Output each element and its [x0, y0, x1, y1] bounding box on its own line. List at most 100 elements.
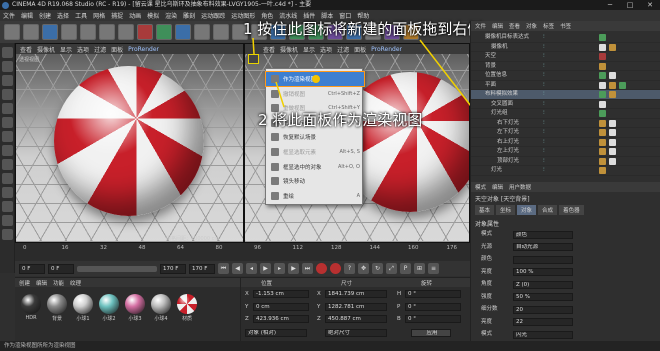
- object-tag-icon[interactable]: [609, 138, 616, 146]
- object-tag-icon[interactable]: [599, 62, 606, 70]
- timeline[interactable]: 0 16 32 48 64 80 96 112 128 144 160 176: [15, 243, 470, 261]
- rotation-field[interactable]: 0 °: [405, 315, 461, 323]
- next-key-icon[interactable]: ▶: [288, 263, 299, 274]
- coord-mode-select[interactable]: 对象 (相对): [245, 329, 307, 337]
- object-manager-tab[interactable]: 书签: [560, 22, 571, 30]
- visibility-dots-icon[interactable]: ⁝: [543, 166, 545, 175]
- attribute-value-field[interactable]: 自动光源: [513, 243, 573, 251]
- rotation-field[interactable]: 0 °: [405, 290, 461, 298]
- attribute-value-field[interactable]: 22: [513, 318, 573, 326]
- attribute-value-field[interactable]: Z (0): [513, 280, 573, 289]
- material-tab[interactable]: 纹理: [70, 279, 81, 287]
- object-row[interactable]: 背景 ⁝: [471, 62, 660, 71]
- position-field[interactable]: 423.936 cm: [253, 315, 309, 323]
- object-row[interactable]: 位置信息 ⁝: [471, 71, 660, 81]
- attribute-tab[interactable]: 编辑: [492, 183, 503, 191]
- material-ball[interactable]: [73, 294, 93, 314]
- object-row[interactable]: 灯光组 ⁝: [471, 109, 660, 119]
- autokey-icon[interactable]: [330, 263, 341, 274]
- material-ball[interactable]: [125, 294, 145, 314]
- object-tag-icon[interactable]: [599, 72, 606, 79]
- visibility-dots-icon[interactable]: ⁝: [543, 81, 545, 90]
- object-tag-icon[interactable]: [599, 53, 606, 60]
- visibility-dots-icon[interactable]: ⁝: [543, 33, 545, 42]
- object-tag-icon[interactable]: [599, 148, 606, 155]
- object-row[interactable]: 顶部灯光 ⁝: [471, 157, 660, 166]
- size-field[interactable]: 1841.739 cm: [325, 290, 387, 298]
- attribute-tab[interactable]: 模式: [475, 183, 486, 191]
- attribute-subtab[interactable]: 合成: [538, 205, 558, 215]
- end-frame-field-2[interactable]: 170 F: [189, 263, 215, 274]
- visibility-dots-icon[interactable]: ⁝: [543, 90, 545, 99]
- material-ball[interactable]: [177, 294, 197, 314]
- attribute-subtab[interactable]: 着色器: [559, 205, 584, 215]
- attribute-tab[interactable]: 用户数据: [509, 183, 531, 191]
- object-row[interactable]: 天空 ⁝: [471, 52, 660, 62]
- timeline-menu-icon[interactable]: ≡: [428, 263, 439, 274]
- visibility-dots-icon[interactable]: ⁝: [543, 43, 545, 52]
- object-tag-icon[interactable]: [599, 81, 606, 89]
- object-tag-icon[interactable]: [599, 91, 606, 98]
- object-manager-tab[interactable]: 文件: [475, 22, 486, 30]
- param-key-icon[interactable]: P: [400, 263, 411, 274]
- object-tag-icon[interactable]: [599, 167, 606, 174]
- object-tag-icon[interactable]: [599, 34, 606, 41]
- object-row[interactable]: 摄像机目标表达式 ⁝: [471, 33, 660, 43]
- object-tag-icon[interactable]: [609, 81, 616, 89]
- grid-key-icon[interactable]: ⊞: [414, 263, 425, 274]
- object-manager-tab[interactable]: 标签: [543, 22, 554, 30]
- visibility-dots-icon[interactable]: ⁝: [543, 128, 545, 137]
- object-row[interactable]: 右下灯光 ⁝: [471, 119, 660, 128]
- object-tag-icon[interactable]: [609, 119, 616, 127]
- attribute-value-field[interactable]: 颜色: [513, 230, 573, 239]
- object-row[interactable]: 摄像机 ⁝: [471, 43, 660, 52]
- material-tab[interactable]: 编辑: [36, 279, 47, 287]
- goto-end-icon[interactable]: ⏭: [302, 263, 313, 274]
- attribute-value-field[interactable]: [513, 255, 573, 264]
- object-tag-icon[interactable]: [609, 129, 616, 136]
- apply-button[interactable]: 应用: [411, 329, 451, 337]
- start-frame-field[interactable]: 0 F: [19, 263, 45, 274]
- visibility-dots-icon[interactable]: ⁝: [543, 52, 545, 61]
- size-mode-select[interactable]: 绝对尺寸: [325, 329, 387, 337]
- size-field[interactable]: 1282.781 cm: [325, 302, 387, 311]
- visibility-dots-icon[interactable]: ⁝: [543, 71, 545, 80]
- size-field[interactable]: 450.887 cm: [325, 315, 387, 323]
- visibility-dots-icon[interactable]: ⁝: [543, 138, 545, 147]
- end-frame-field[interactable]: 170 F: [160, 263, 186, 274]
- position-field[interactable]: 0 cm: [253, 302, 309, 311]
- object-tag-icon[interactable]: [599, 129, 606, 136]
- object-tag-icon[interactable]: [599, 110, 606, 117]
- object-tag-icon[interactable]: [599, 119, 606, 127]
- visibility-dots-icon[interactable]: ⁝: [543, 157, 545, 166]
- object-tag-icon[interactable]: [609, 148, 616, 155]
- material-ball[interactable]: [99, 294, 119, 314]
- object-row[interactable]: 左下灯光 ⁝: [471, 128, 660, 138]
- object-tag-icon[interactable]: [599, 43, 606, 51]
- visibility-dots-icon[interactable]: ⁝: [543, 119, 545, 128]
- scale-key-icon[interactable]: ⤢: [386, 263, 397, 274]
- material-ball[interactable]: [47, 294, 67, 314]
- rotation-field[interactable]: 0 °: [405, 302, 461, 311]
- material-ball[interactable]: [21, 294, 41, 314]
- frame-range-slider[interactable]: [77, 265, 157, 272]
- prev-frame-icon[interactable]: ◂: [246, 263, 257, 274]
- object-row[interactable]: 布料模拟效果 ⁝: [471, 90, 660, 100]
- object-manager-tab[interactable]: 对象: [526, 22, 537, 30]
- next-frame-icon[interactable]: ▸: [274, 263, 285, 274]
- rotation-key-icon[interactable]: ↻: [372, 263, 383, 274]
- object-row[interactable]: 左上灯光 ⁝: [471, 147, 660, 157]
- attribute-value-field[interactable]: 50 %: [513, 293, 573, 301]
- object-row[interactable]: 右上灯光 ⁝: [471, 138, 660, 147]
- visibility-dots-icon[interactable]: ⁝: [543, 109, 545, 118]
- object-tag-icon[interactable]: [609, 91, 616, 98]
- object-tag-icon[interactable]: [599, 157, 606, 165]
- keyframe-selection-icon[interactable]: ?: [344, 263, 355, 274]
- attribute-value-field[interactable]: 100 %: [513, 268, 573, 276]
- attribute-subtab[interactable]: 坐标: [496, 205, 516, 215]
- material-tab[interactable]: 创建: [19, 279, 30, 287]
- object-tag-icon[interactable]: [609, 72, 616, 79]
- object-tag-icon[interactable]: [609, 43, 616, 51]
- visibility-dots-icon[interactable]: ⁝: [543, 147, 545, 156]
- record-icon[interactable]: [316, 263, 327, 274]
